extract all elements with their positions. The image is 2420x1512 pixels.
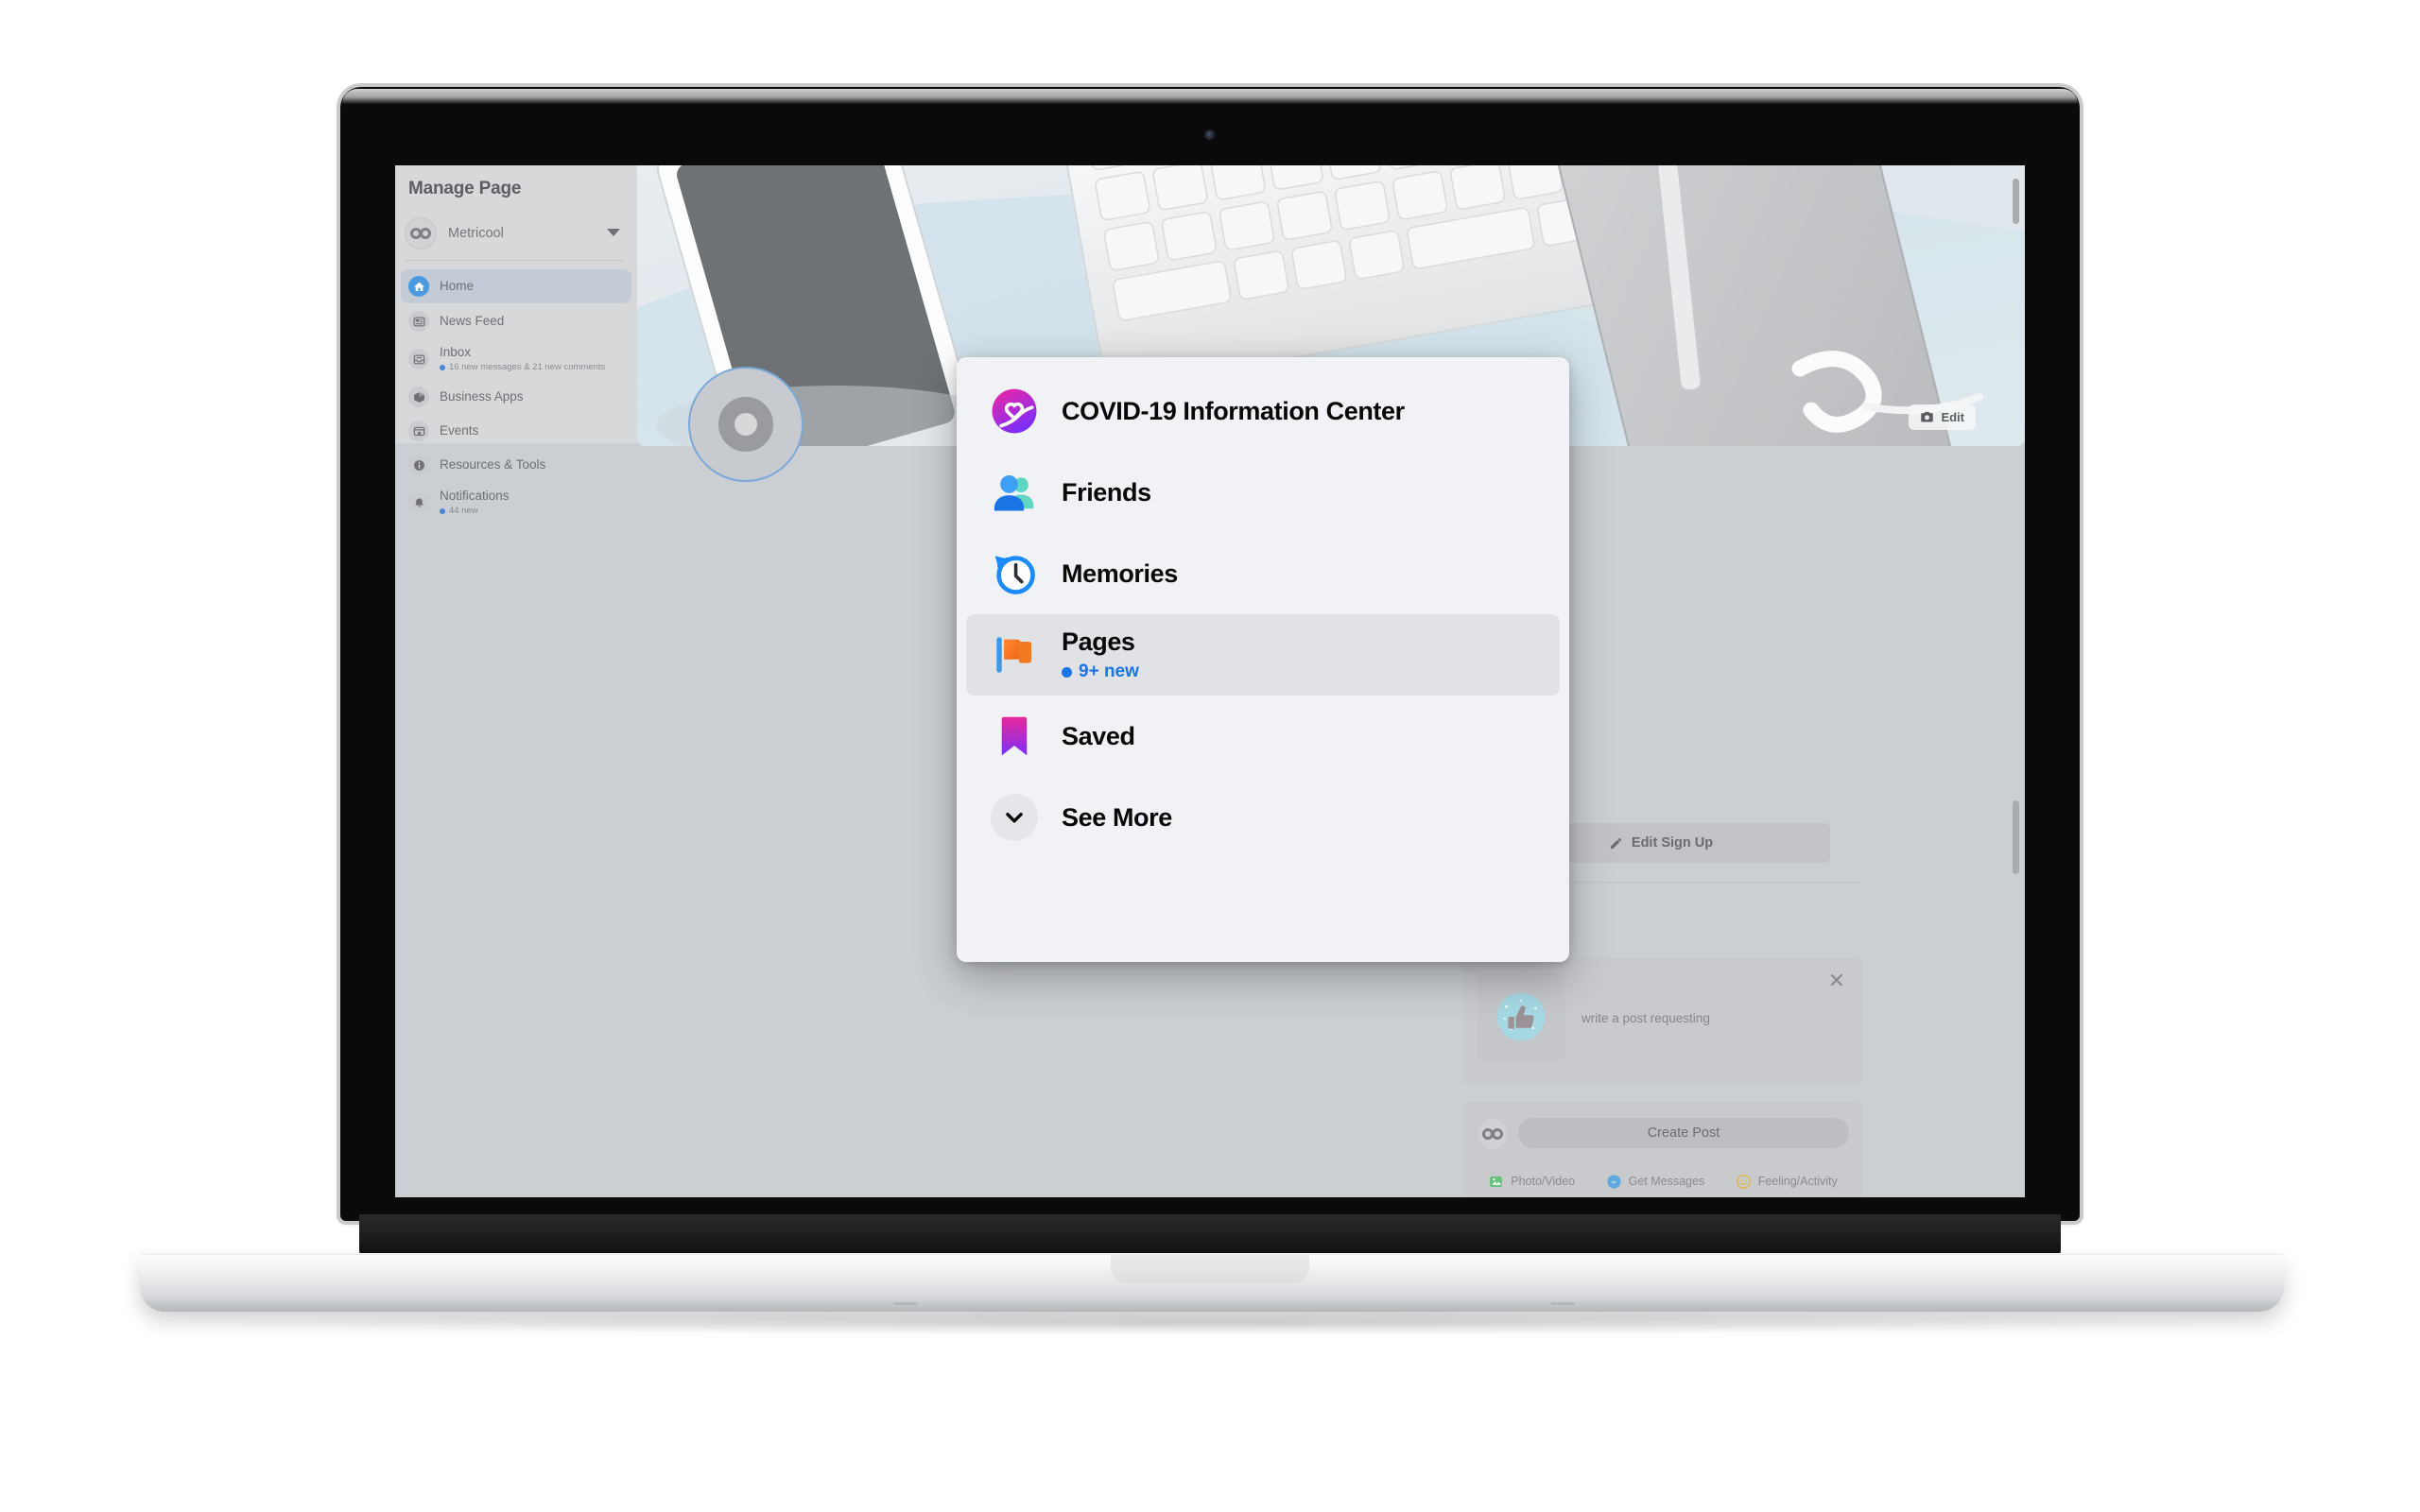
create-post-card: Create Post Photo/Video Get Messages Fee… [1463, 1101, 1862, 1197]
unread-dot-icon [440, 364, 445, 370]
composer-actions: Photo/Video Get Messages Feeling/Activit… [1473, 1163, 1853, 1197]
manage-page-sidebar: Manage Page Metricool Home News Feed Inb… [395, 165, 637, 516]
menu-item-covid-19-information-center[interactable]: COVID-19 Information Center [966, 370, 1560, 452]
create-post-placeholder: Create Post [1647, 1125, 1720, 1141]
sidebar-item-label: News Feed [440, 313, 505, 328]
sidebar-item-label: Notifications [440, 488, 510, 503]
caret-down-icon[interactable] [607, 229, 620, 236]
sidebar-item-badge: 44 new [440, 505, 510, 516]
infinity-logo-icon [1482, 1128, 1503, 1140]
sidebar-item-label: Home [440, 278, 475, 293]
sidebar-item-news-feed[interactable]: News Feed [401, 305, 631, 337]
sidebar-item-badge: 16 new messages & 21 new comments [440, 361, 606, 372]
inbox-badge-text: 16 new messages & 21 new comments [449, 361, 606, 372]
box-icon [408, 387, 429, 407]
unread-dot-icon [440, 507, 445, 514]
news-feed-icon [408, 311, 429, 332]
sidebar-item-inbox[interactable]: Inbox 16 new messages & 21 new comments [401, 339, 631, 379]
laptop-hinge [359, 1214, 2061, 1258]
laptop-foot-left [893, 1302, 918, 1305]
menu-item-see-more[interactable]: See More [966, 777, 1560, 858]
pages-badge-text: 9+ new [1079, 662, 1139, 681]
feeling-activity-button[interactable]: Feeling/Activity [1736, 1174, 1838, 1190]
page-title: Manage Page [408, 179, 522, 198]
menu-item-memories[interactable]: Memories [966, 533, 1560, 614]
feeling-icon [1736, 1174, 1751, 1189]
photo-video-button[interactable]: Photo/Video [1488, 1174, 1575, 1190]
memories-clock-icon [991, 550, 1038, 597]
home-icon [408, 276, 429, 297]
infinity-logo-icon [405, 217, 437, 249]
sidebar-item-home[interactable]: Home [401, 269, 631, 303]
page-scrollbar[interactable] [2013, 165, 2021, 1197]
menu-item-friends[interactable]: Friends [966, 452, 1560, 533]
create-post-input[interactable]: Create Post [1518, 1118, 1849, 1148]
menu-item-label: Pages [1062, 627, 1135, 656]
sidebar-item-business-apps[interactable]: Business Apps [401, 381, 631, 413]
account-dropdown-menu: COVID-19 Information Center Friends Memo… [957, 357, 1569, 962]
facebook-page-manager: Edit Manage Page Metricool Home News Fee… [395, 165, 2025, 1197]
edit-cover-photo-button[interactable]: Edit [1909, 404, 1976, 430]
messenger-icon [1607, 1174, 1621, 1189]
menu-item-label: See More [1062, 802, 1172, 832]
sidebar-item-events[interactable]: Events [401, 415, 631, 447]
laptop-foot-right [1550, 1302, 1575, 1305]
laptop-screen: Edit Manage Page Metricool Home News Fee… [395, 165, 2025, 1197]
sidebar-item-label: Resources & Tools [440, 456, 546, 472]
laptop-drop-shadow [189, 1310, 2240, 1334]
info-icon [408, 455, 429, 475]
avatar-image [718, 397, 773, 452]
new-dot-icon [1062, 666, 1072, 678]
laptop-device: Edit Manage Page Metricool Home News Fee… [0, 0, 2420, 1512]
feeling-activity-label: Feeling/Activity [1757, 1175, 1838, 1188]
page-switcher-label: Metricool [448, 226, 504, 241]
laptop-base-notch [1111, 1255, 1309, 1283]
sidebar-item-label: Events [440, 422, 479, 438]
bell-icon [408, 492, 429, 513]
sidebar-item-resources-tools[interactable]: Resources & Tools [401, 449, 631, 481]
lid-top-highlight [342, 89, 2078, 104]
notifications-badge-text: 44 new [449, 505, 478, 516]
page-profile-avatar[interactable] [688, 367, 804, 482]
get-messages-label: Get Messages [1628, 1175, 1705, 1188]
menu-item-label: Saved [1062, 721, 1135, 750]
pencil-icon [1610, 837, 1622, 849]
menu-item-label: Memories [1062, 558, 1178, 588]
menu-item-pages[interactable]: Pages 9+ new [966, 614, 1560, 696]
chevron-down-icon [991, 794, 1038, 841]
pages-flag-icon [991, 631, 1038, 679]
menu-item-saved[interactable]: Saved [966, 696, 1560, 777]
sidebar-item-label: Inbox [440, 344, 472, 359]
sidebar-divider [405, 260, 624, 261]
camera-icon [1921, 411, 1934, 422]
get-messages-button[interactable]: Get Messages [1606, 1174, 1705, 1190]
tip-text: write a post requesting [1582, 1011, 1710, 1025]
events-icon [408, 421, 429, 441]
scrollbar-thumb-top[interactable] [2013, 179, 2019, 224]
inbox-icon [408, 349, 429, 369]
saved-bookmark-icon [991, 713, 1038, 760]
scrollbar-thumb-main[interactable] [2013, 800, 2019, 874]
close-icon[interactable]: ✕ [1828, 971, 1845, 991]
sidebar-nav-list: Home News Feed Inbox 16 new messages & 2… [401, 269, 631, 524]
thumbs-up-icon [1478, 973, 1564, 1060]
photo-video-label: Photo/Video [1511, 1175, 1576, 1188]
menu-item-label: COVID-19 Information Center [1062, 396, 1405, 425]
covid-heart-icon [991, 387, 1038, 435]
menu-item-badge: 9+ new [1062, 662, 1139, 682]
webcam-lens [1207, 132, 1211, 136]
composer-avatar [1477, 1118, 1509, 1150]
menu-item-label: Friends [1062, 477, 1151, 507]
edit-cover-label: Edit [1941, 410, 1964, 424]
sidebar-item-label: Business Apps [440, 388, 524, 404]
photo-video-icon [1490, 1176, 1503, 1187]
friends-icon [991, 469, 1038, 516]
sidebar-item-notifications[interactable]: Notifications 44 new [401, 483, 631, 523]
page-switcher[interactable]: Metricool [405, 213, 628, 254]
edit-sign-up-label: Edit Sign Up [1631, 835, 1714, 850]
